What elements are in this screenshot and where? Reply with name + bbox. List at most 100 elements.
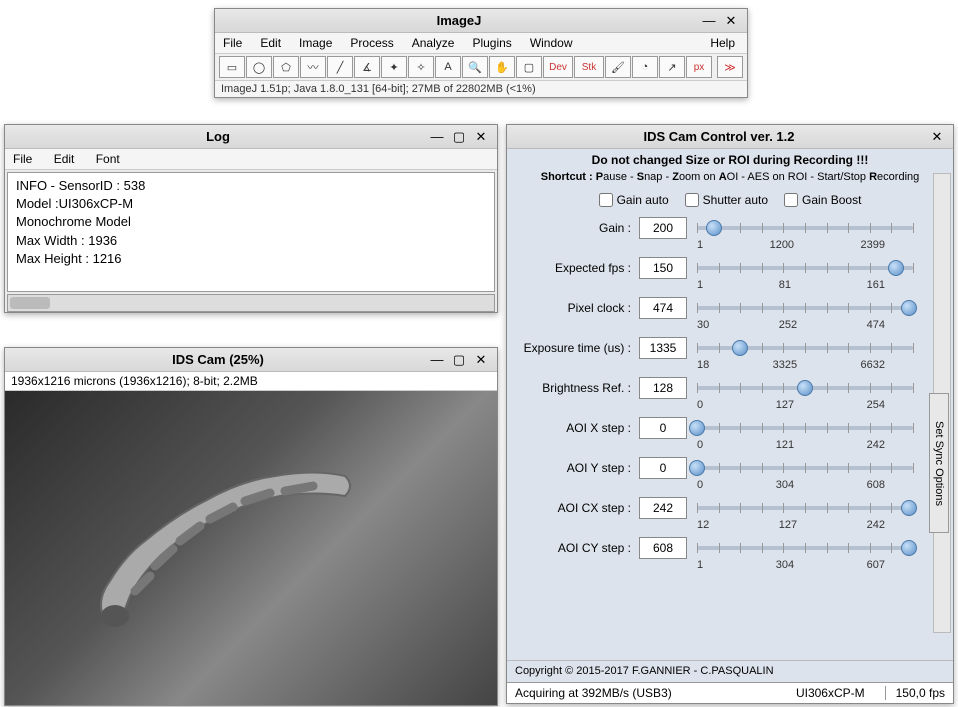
- slider-track[interactable]: [697, 377, 913, 399]
- ctrl-footer: Acquiring at 392MB/s (USB3) UI306xCP-M 1…: [507, 682, 953, 703]
- worm-shape: [65, 441, 365, 641]
- set-sync-options-button[interactable]: Set Sync Options: [929, 393, 949, 533]
- minimize-icon[interactable]: —: [427, 128, 447, 146]
- slider-input[interactable]: [639, 297, 687, 319]
- slider-knob[interactable]: [797, 380, 813, 396]
- slider-input[interactable]: [639, 497, 687, 519]
- menu-help[interactable]: Help: [710, 36, 735, 50]
- footer-model: UI306xCP-M: [796, 686, 865, 700]
- tool-px[interactable]: px: [686, 56, 712, 78]
- tool-more[interactable]: ≫: [717, 56, 743, 78]
- tool-zoom[interactable]: 🔍: [462, 56, 488, 78]
- tool-hand[interactable]: ✋: [489, 56, 515, 78]
- shutter-auto-check[interactable]: Shutter auto: [685, 193, 768, 207]
- slider-track[interactable]: [697, 297, 913, 319]
- ctrl-title: IDS Cam Control ver. 1.2: [513, 129, 925, 144]
- tool-text[interactable]: A: [435, 56, 461, 78]
- maximize-icon[interactable]: ▢: [449, 128, 469, 146]
- tool-segline[interactable]: ∡: [354, 56, 380, 78]
- gain-auto-check[interactable]: Gain auto: [599, 193, 669, 207]
- slider-knob[interactable]: [901, 540, 917, 556]
- log-scrollbar[interactable]: [7, 294, 495, 312]
- menu-analyze[interactable]: Analyze: [412, 36, 455, 50]
- slider-row: Exposure time (us) :1833256632: [507, 335, 925, 375]
- slider-input[interactable]: [639, 217, 687, 239]
- close-icon[interactable]: ✕: [471, 351, 491, 369]
- slider-input[interactable]: [639, 417, 687, 439]
- tool-arrow[interactable]: ↗: [659, 56, 685, 78]
- tool-oval[interactable]: ◯: [246, 56, 272, 78]
- slider-row: Expected fps :181161: [507, 255, 925, 295]
- slider-label: Expected fps :: [519, 261, 639, 275]
- slider-input[interactable]: [639, 457, 687, 479]
- imagej-toolbar: ▭ ◯ ⬠ 〰 ╱ ∡ ✦ ✧ A 🔍 ✋ ▢ Dev Stk 🖌 ◔ ↗ px…: [215, 54, 747, 81]
- slider-knob[interactable]: [706, 220, 722, 236]
- slider-label: AOI CY step :: [519, 541, 639, 555]
- log-window: Log — ▢ ✕ File Edit Font INFO - SensorID…: [4, 124, 498, 313]
- cam-titlebar: IDS Cam (25%) — ▢ ✕: [5, 348, 497, 372]
- tool-free[interactable]: 〰: [300, 56, 326, 78]
- menu-process[interactable]: Process: [350, 36, 393, 50]
- close-icon[interactable]: ✕: [721, 12, 741, 30]
- minimize-icon[interactable]: —: [699, 12, 719, 30]
- slider-row: AOI Y step :0304608: [507, 455, 925, 495]
- ctrl-titlebar: IDS Cam Control ver. 1.2 ✕: [507, 125, 953, 149]
- slider-label: Pixel clock :: [519, 301, 639, 315]
- slider-label: AOI CX step :: [519, 501, 639, 515]
- slider-track[interactable]: [697, 217, 913, 239]
- log-line: INFO - SensorID : 538: [16, 177, 486, 195]
- slider-knob[interactable]: [689, 460, 705, 476]
- tool-color[interactable]: ▢: [516, 56, 542, 78]
- close-icon[interactable]: ✕: [927, 128, 947, 146]
- menu-file[interactable]: File: [223, 36, 242, 50]
- log-body[interactable]: INFO - SensorID : 538 Model :UI306xCP-M …: [7, 172, 495, 292]
- tool-line[interactable]: ╱: [327, 56, 353, 78]
- tool-dev[interactable]: Dev: [543, 56, 573, 78]
- slider-track[interactable]: [697, 257, 913, 279]
- slider-track[interactable]: [697, 457, 913, 479]
- slider-track[interactable]: [697, 337, 913, 359]
- slider-knob[interactable]: [901, 300, 917, 316]
- slider-input[interactable]: [639, 537, 687, 559]
- slider-ranges: 30252474: [697, 319, 885, 331]
- tool-stk[interactable]: Stk: [574, 56, 604, 78]
- slider-row: AOI CX step :12127242: [507, 495, 925, 535]
- menu-window[interactable]: Window: [530, 36, 573, 50]
- sliders-container: Gain :112002399Expected fps :181161Pixel…: [507, 215, 953, 575]
- tool-point[interactable]: ✦: [381, 56, 407, 78]
- slider-row: AOI X step :0121242: [507, 415, 925, 455]
- tool-rect[interactable]: ▭: [219, 56, 245, 78]
- slider-input[interactable]: [639, 377, 687, 399]
- slider-input[interactable]: [639, 337, 687, 359]
- menu-font[interactable]: Font: [96, 152, 120, 166]
- slider-label: AOI X step :: [519, 421, 639, 435]
- slider-ranges: 0304608: [697, 479, 885, 491]
- slider-ranges: 1304607: [697, 559, 885, 571]
- menu-edit[interactable]: Edit: [54, 152, 75, 166]
- slider-track[interactable]: [697, 537, 913, 559]
- slider-track[interactable]: [697, 417, 913, 439]
- menu-file[interactable]: File: [13, 152, 32, 166]
- slider-knob[interactable]: [888, 260, 904, 276]
- slider-knob[interactable]: [732, 340, 748, 356]
- gain-boost-check[interactable]: Gain Boost: [784, 193, 861, 207]
- tool-wand[interactable]: ✧: [408, 56, 434, 78]
- footer-fps: 150,0 fps: [885, 686, 945, 700]
- tool-brush[interactable]: 🖌: [605, 56, 631, 78]
- close-icon[interactable]: ✕: [471, 128, 491, 146]
- cam-image: [5, 391, 497, 705]
- tool-lut[interactable]: ◔: [632, 56, 658, 78]
- maximize-icon[interactable]: ▢: [449, 351, 469, 369]
- slider-track[interactable]: [697, 497, 913, 519]
- minimize-icon[interactable]: —: [427, 351, 447, 369]
- slider-input[interactable]: [639, 257, 687, 279]
- tool-poly[interactable]: ⬠: [273, 56, 299, 78]
- slider-knob[interactable]: [901, 500, 917, 516]
- menu-plugins[interactable]: Plugins: [472, 36, 511, 50]
- shortcut-prefix: Shortcut :: [541, 171, 596, 183]
- slider-knob[interactable]: [689, 420, 705, 436]
- slider-label: Exposure time (us) :: [519, 341, 639, 355]
- menu-edit[interactable]: Edit: [260, 36, 281, 50]
- menu-image[interactable]: Image: [299, 36, 332, 50]
- cam-info: 1936x1216 microns (1936x1216); 8-bit; 2.…: [5, 372, 497, 391]
